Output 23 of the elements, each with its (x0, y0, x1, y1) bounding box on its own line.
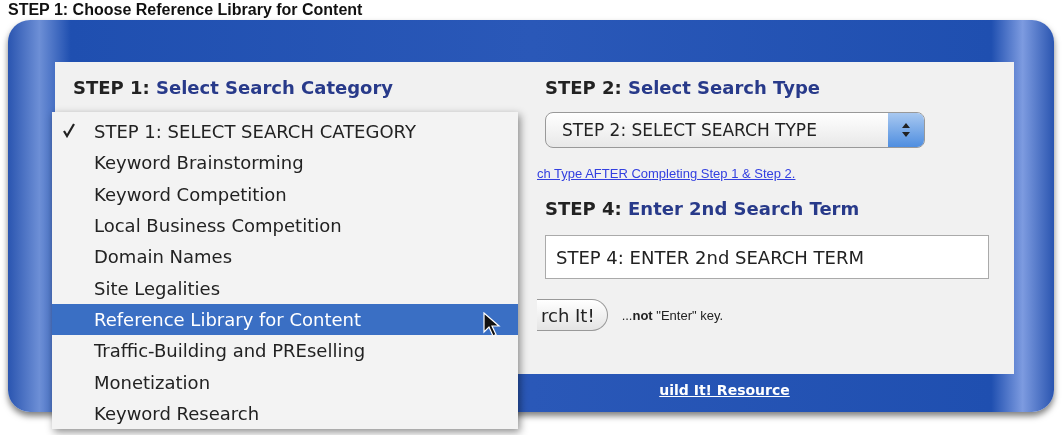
menu-item[interactable]: Domain Names (52, 241, 518, 273)
menu-item[interactable]: Keyword Research (52, 397, 518, 429)
page-title: STEP 1: Choose Reference Library for Content (7, 0, 364, 20)
menu-item[interactable]: Traffic-Building and PREselling (52, 335, 518, 367)
up-down-arrows-icon (901, 122, 911, 138)
menu-item[interactable]: Local Business Competition (52, 209, 518, 242)
key-note: ...not "Enter" key. (621, 307, 724, 323)
search-term-field[interactable]: STEP 4: ENTER 2nd SEARCH TERM (545, 235, 989, 279)
step-heading: STEP 2: Select Search Type (545, 76, 821, 100)
info-link[interactable]: ch Type AFTER Completing Step 1 & Step 2. (537, 166, 796, 181)
menu-item[interactable]: Site Legalities (52, 272, 518, 304)
checkmark-icon (62, 122, 76, 139)
mouse-pointer-icon (483, 311, 501, 338)
search-type-select[interactable]: STEP 2: SELECT SEARCH TYPE (545, 112, 925, 148)
search-button[interactable]: rch It! (537, 299, 608, 331)
step-heading: STEP 4: Enter 2nd Search Term (545, 197, 860, 221)
menu-item[interactable]: Keyword Brainstorming (52, 147, 518, 179)
step-heading: STEP 1: Select Search Category (73, 76, 394, 100)
menu-item[interactable]: Reference Library for Content (52, 303, 518, 336)
menu-item[interactable]: STEP 1: SELECT SEARCH CATEGORY (52, 116, 518, 148)
resource-link[interactable]: uild It! Resource (659, 382, 790, 398)
menu-item[interactable]: Keyword Competition (52, 178, 518, 210)
menu-item[interactable]: Monetization (52, 366, 518, 398)
